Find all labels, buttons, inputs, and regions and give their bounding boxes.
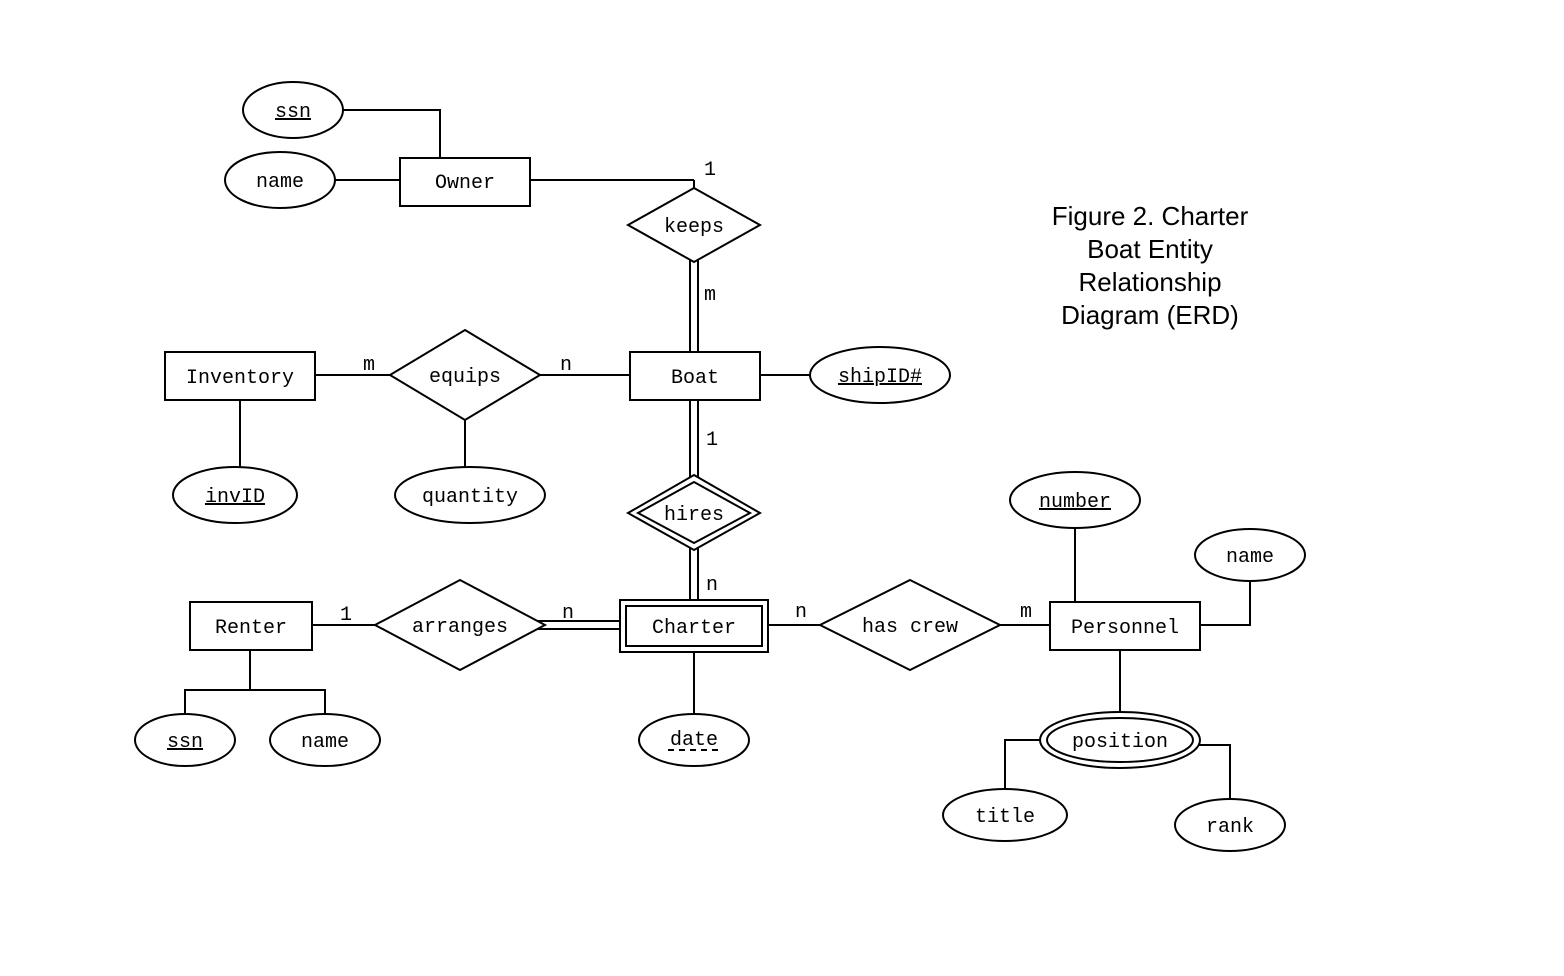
- attribute-personnel-name-label: name: [1226, 546, 1274, 569]
- relationship-hires-label: hires: [664, 504, 724, 527]
- relationship-has-crew: has crew: [820, 580, 1000, 670]
- cardinality-arranges-1: 1: [340, 604, 352, 627]
- attribute-position-rank-label: rank: [1206, 816, 1254, 839]
- attribute-owner-ssn: ssn: [243, 82, 343, 138]
- attribute-personnel-number-label: number: [1039, 491, 1111, 514]
- cardinality-arranges-n: n: [562, 602, 574, 625]
- relationship-arranges-label: arranges: [412, 616, 508, 639]
- entity-inventory-label: Inventory: [186, 367, 294, 390]
- attribute-personnel-position-label: position: [1072, 731, 1168, 754]
- erd-diagram: Owner Inventory Boat Renter Charter Pers…: [0, 0, 1564, 976]
- attribute-inventory-invid-label: invID: [205, 486, 265, 509]
- attribute-renter-name-label: name: [301, 731, 349, 754]
- cardinality-hires-1: 1: [706, 429, 718, 452]
- entity-boat-label: Boat: [671, 367, 719, 390]
- attribute-renter-name: name: [270, 714, 380, 766]
- attribute-boat-shipid-label: shipID#: [838, 366, 922, 389]
- cardinality-hascrew-m: m: [1020, 601, 1032, 624]
- relationship-keeps: keeps: [628, 188, 760, 262]
- relationship-arranges: arranges: [375, 580, 545, 670]
- attribute-personnel-position: position: [1040, 712, 1200, 768]
- attribute-renter-ssn-label: ssn: [167, 731, 203, 754]
- cardinality-keeps-1: 1: [704, 159, 716, 182]
- attribute-owner-ssn-label: ssn: [275, 101, 311, 124]
- attribute-inventory-invid: invID: [173, 467, 297, 523]
- attribute-renter-ssn: ssn: [135, 714, 235, 766]
- attribute-equips-quantity-label: quantity: [422, 486, 518, 509]
- attribute-position-title-label: title: [975, 806, 1035, 829]
- attribute-charter-date-label: date: [670, 729, 718, 752]
- figure-title-line-3: Relationship: [1078, 267, 1221, 297]
- cardinality-hires-n: n: [706, 574, 718, 597]
- entity-personnel: Personnel: [1050, 602, 1200, 650]
- cardinality-hascrew-n: n: [795, 601, 807, 624]
- relationship-equips-label: equips: [429, 366, 501, 389]
- attribute-owner-name-label: name: [256, 171, 304, 194]
- figure-title-line-2: Boat Entity: [1087, 234, 1213, 264]
- entity-owner: Owner: [400, 158, 530, 206]
- entity-charter: Charter: [620, 600, 768, 652]
- relationship-keeps-label: keeps: [664, 216, 724, 239]
- entity-renter-label: Renter: [215, 617, 287, 640]
- entity-inventory: Inventory: [165, 352, 315, 400]
- attribute-boat-shipid: shipID#: [810, 347, 950, 403]
- relationship-hires: hires: [628, 475, 760, 550]
- attribute-position-rank: rank: [1175, 799, 1285, 851]
- figure-title: Figure 2. Charter Boat Entity Relationsh…: [1052, 201, 1249, 330]
- relationship-equips: equips: [390, 330, 540, 420]
- figure-title-line-4: Diagram (ERD): [1061, 300, 1239, 330]
- entity-renter: Renter: [190, 602, 312, 650]
- cardinality-keeps-m: m: [704, 284, 716, 307]
- figure-title-line-1: Figure 2. Charter: [1052, 201, 1249, 231]
- entity-boat: Boat: [630, 352, 760, 400]
- relationship-has-crew-label: has crew: [862, 616, 958, 639]
- entity-charter-label: Charter: [652, 617, 736, 640]
- attribute-position-title: title: [943, 789, 1067, 841]
- attribute-personnel-number: number: [1010, 472, 1140, 528]
- attribute-personnel-name: name: [1195, 529, 1305, 581]
- attribute-owner-name: name: [225, 152, 335, 208]
- entity-owner-label: Owner: [435, 172, 495, 195]
- entity-personnel-label: Personnel: [1071, 617, 1179, 640]
- attribute-equips-quantity: quantity: [395, 467, 545, 523]
- attribute-charter-date: date: [639, 714, 749, 766]
- cardinality-equips-n: n: [560, 354, 572, 377]
- cardinality-equips-m: m: [363, 354, 375, 377]
